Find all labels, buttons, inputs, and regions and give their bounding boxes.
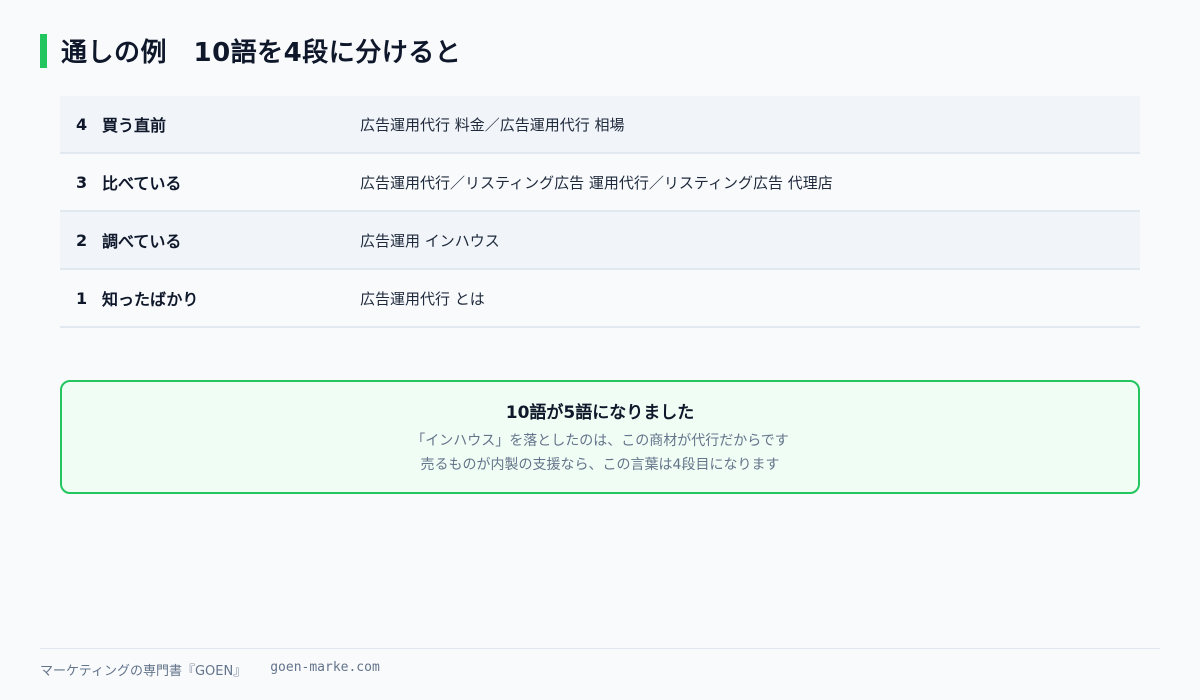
stage-number: 4 (76, 114, 88, 134)
stage-label: 比べている (102, 174, 182, 193)
stage-label: 買う直前 (102, 116, 167, 135)
stage-row-1: 1 知ったばかり 広告運用代行 とは (60, 270, 1140, 328)
stage-number: 2 (76, 230, 88, 250)
result-heading: 10語が5語になりました (505, 402, 695, 423)
stage-keywords: 広告運用代行／リスティング広告 運用代行／リスティング広告 代理店 (360, 173, 833, 192)
stage-keywords: 広告運用 インハウス (360, 231, 500, 250)
title-accent-bar (40, 33, 47, 68)
result-callout: 10語が5語になりました 「インハウス」を落としたのは、この商材が代行だからです… (60, 380, 1140, 494)
stage-keywords: 広告運用代行 とは (360, 289, 485, 308)
stage-row-4: 4 買う直前 広告運用代行 料金／広告運用代行 相場 (60, 96, 1140, 154)
stage-label: 知ったばかり (102, 290, 199, 309)
footer: マーケティングの専門書『GOEN』 goen-marke.com (40, 660, 380, 679)
footer-url: goen-marke.com (270, 660, 380, 675)
result-note-line-1: 「インハウス」を落としたのは、この商材が代行だからです (411, 432, 789, 449)
footer-brand: マーケティングの専門書『GOEN』 (40, 664, 247, 679)
stage-label: 調べている (102, 232, 182, 251)
title-bar: 通しの例 10語を4段に分けると (40, 32, 461, 69)
slide: 通しの例 10語を4段に分けると 4 買う直前 広告運用代行 料金／広告運用代行… (0, 0, 1200, 700)
stage-row-3: 3 比べている 広告運用代行／リスティング広告 運用代行／リスティング広告 代理… (60, 154, 1140, 212)
stage-number: 1 (76, 288, 88, 308)
page-title: 通しの例 10語を4段に分けると (61, 38, 462, 68)
stage-keywords: 広告運用代行 料金／広告運用代行 相場 (360, 115, 625, 134)
stage-number: 3 (76, 172, 88, 192)
stage-row-2: 2 調べている 広告運用 インハウス (60, 212, 1140, 270)
result-note-line-2: 売るものが内製の支援なら、この言葉は4段目になります (420, 456, 780, 473)
stage-table: 4 買う直前 広告運用代行 料金／広告運用代行 相場 3 比べている 広告運用代… (60, 96, 1140, 328)
footer-divider (40, 648, 1160, 649)
